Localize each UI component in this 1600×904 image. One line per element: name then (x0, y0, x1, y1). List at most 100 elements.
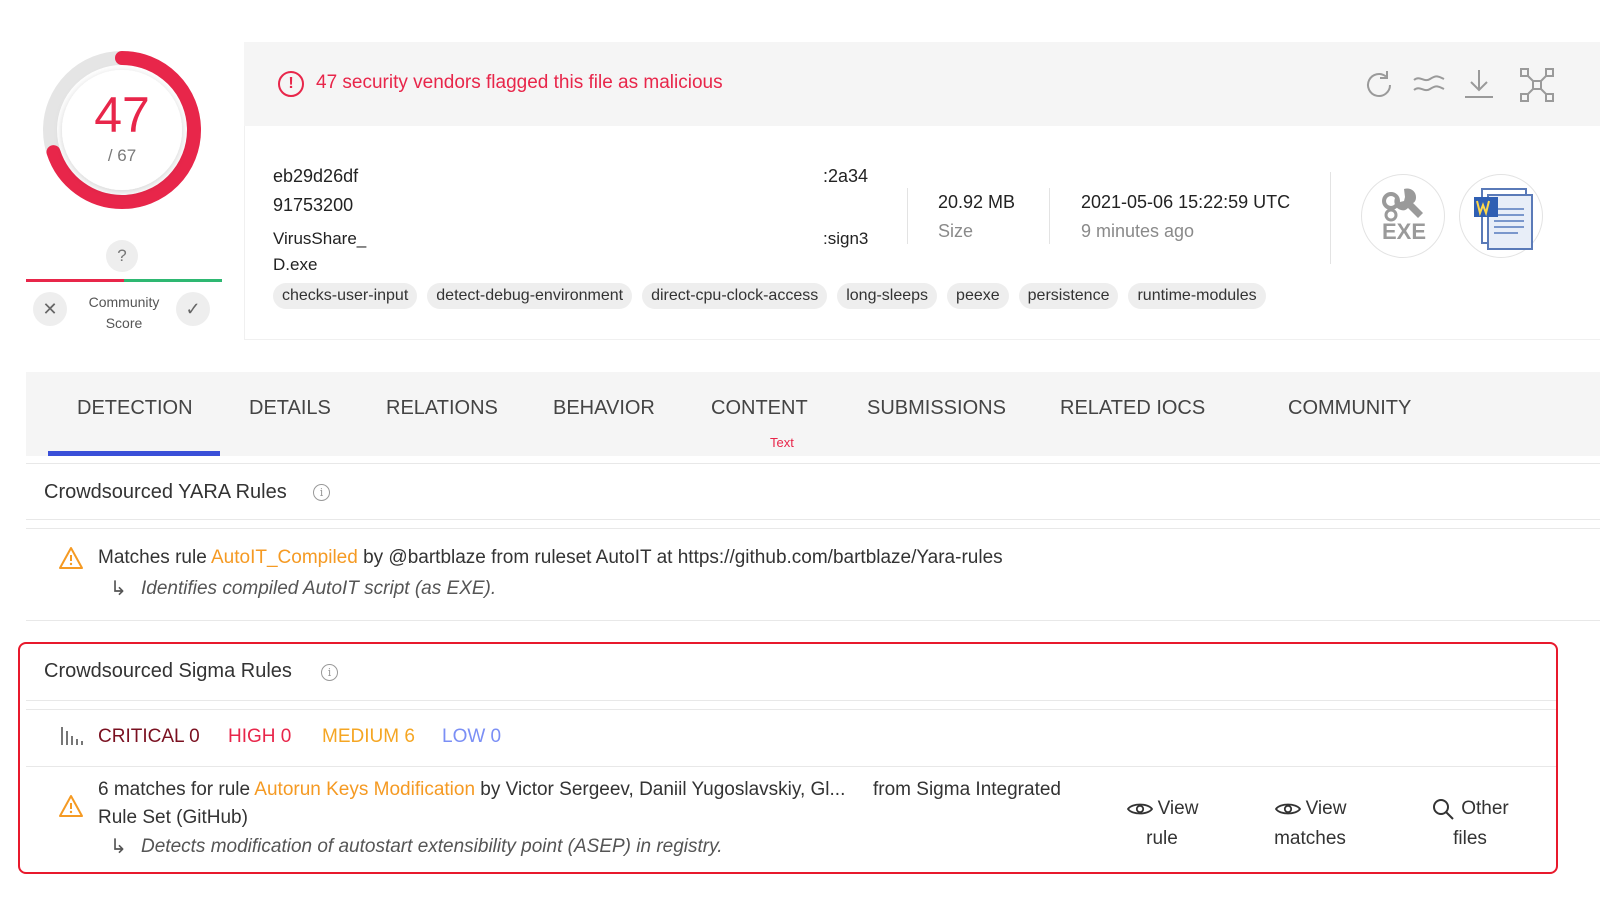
tag-persistence[interactable]: persistence (1018, 283, 1119, 309)
view-matches-text-2: matches (1274, 828, 1346, 849)
file-size-label: Size (938, 221, 974, 241)
sigma-source-line2: Rule Set (GitHub) (98, 807, 248, 828)
tab-submissions[interactable]: SUBMISSIONS (867, 397, 1006, 420)
tag-direct-cpu-clock-access[interactable]: direct-cpu-clock-access (642, 283, 828, 309)
tab-community[interactable]: COMMUNITY (1288, 397, 1411, 420)
info-icon[interactable]: i (321, 664, 338, 681)
vote-harmful-button[interactable]: ✕ (33, 292, 67, 326)
file-name-part2: D.exe (273, 255, 318, 274)
yara-rule-description: Identifies compiled AutoIT script (as EX… (141, 578, 497, 599)
sigma-rule-authors: by Victor Sergeev, Daniil Yugoslavskiy, … (475, 779, 846, 800)
report-tabs: DETECTION DETAILS RELATIONS BEHAVIOR CON… (26, 372, 1600, 456)
exe-badge-label: EXE (1381, 219, 1427, 244)
alert-text: 47 security vendors flagged this file as… (316, 72, 723, 93)
divider (26, 700, 1556, 701)
tag-list: checks-user-input detect-debug-environme… (273, 283, 1266, 309)
other-files-text-2: files (1453, 828, 1487, 849)
community-score-value: ? (106, 240, 138, 272)
vote-harmless-button[interactable]: ✓ (176, 292, 210, 326)
other-files-text-1: Other (1461, 798, 1509, 819)
other-files-label-1: Other (1418, 794, 1522, 824)
tab-behavior[interactable]: BEHAVIOR (553, 397, 655, 420)
tag-peexe[interactable]: peexe (947, 283, 1009, 309)
file-hash-part1[interactable]: eb29d26df (273, 166, 358, 187)
severity-critical[interactable]: CRITICAL 0 (98, 726, 200, 748)
view-matches-label-1: View (1258, 794, 1362, 824)
view-rule-label-1: View (1112, 794, 1212, 824)
yara-ruleset-info: by @bartblaze from ruleset AutoIT at htt… (357, 547, 1003, 568)
graph-icon[interactable] (1518, 66, 1556, 104)
eye-icon (1126, 803, 1153, 815)
divider (26, 766, 1556, 767)
tab-related-iocs[interactable]: RELATED IOCS (1060, 397, 1205, 420)
similar-icon[interactable] (1410, 66, 1448, 104)
community-score-label: Community Score (76, 292, 172, 334)
tag-detect-debug-environment[interactable]: detect-debug-environment (427, 283, 633, 309)
severity-high[interactable]: HIGH 0 (228, 726, 291, 748)
sigma-rule-link[interactable]: Autorun Keys Modification (254, 779, 475, 800)
yara-prefix: Matches rule (98, 547, 211, 568)
divider (26, 709, 1556, 710)
yara-rule-link[interactable]: AutoIT_Compiled (211, 547, 358, 568)
reanalyze-icon[interactable] (1360, 66, 1398, 104)
file-hash-part1-end: :2a34 (823, 166, 869, 186)
detections-total: / 67 (107, 146, 137, 165)
yara-rule-match: Matches rule AutoIT_Compiled by @bartbla… (98, 547, 1003, 569)
view-matches-text-1: View (1305, 798, 1347, 819)
sigma-rule-description: Detects modification of autostart extens… (141, 836, 723, 857)
community-score-bar (26, 279, 222, 282)
severity-chart-icon (61, 727, 83, 745)
word-document-icon (1459, 174, 1543, 258)
community-label-line2: Score (105, 315, 143, 331)
last-analysis-ago: 9 minutes ago (1081, 221, 1195, 241)
community-label-line1: Community (88, 294, 160, 310)
active-tab-indicator (48, 451, 220, 456)
severity-medium[interactable]: MEDIUM 6 (322, 726, 415, 748)
other-files-button[interactable]: Other files (1418, 794, 1522, 854)
last-analysis-date: 2021-05-06 15:22:59 UTC (1081, 192, 1291, 212)
view-rule-button[interactable]: View rule (1112, 794, 1212, 854)
file-size-value: 20.92 MB (938, 192, 1016, 212)
sigma-rule-match: 6 matches for rule Autorun Keys Modifica… (98, 779, 845, 801)
tab-detection[interactable]: DETECTION (77, 397, 193, 420)
file-name-part1: VirusShare_ (273, 229, 367, 248)
detections-count: 47 (94, 87, 150, 143)
download-icon[interactable] (1460, 66, 1498, 104)
divider (26, 519, 1600, 520)
info-icon[interactable]: i (313, 484, 330, 501)
search-icon (1433, 798, 1454, 820)
sub-arrow-icon: ↳ (110, 578, 127, 600)
file-info-panel: eb29d26df :2a34 91753200 VirusShare_ :si… (244, 126, 1600, 340)
divider (26, 463, 1600, 464)
sigma-source-line1: from Sigma Integrated (873, 779, 1061, 800)
file-name-part1-end: :sign3 (823, 229, 869, 248)
tag-long-sleeps[interactable]: long-sleeps (837, 283, 938, 309)
tab-details[interactable]: DETAILS (249, 397, 331, 420)
malicious-alert-bar: ! 47 security vendors flagged this file … (244, 42, 1600, 126)
divider (907, 188, 908, 244)
eye-icon (1274, 803, 1301, 815)
severity-low[interactable]: LOW 0 (442, 726, 501, 748)
yara-section-title: Crowdsourced YARA Rules (44, 481, 287, 503)
view-rule-text-2: rule (1146, 828, 1178, 849)
sigma-match-prefix: 6 matches for rule (98, 779, 255, 800)
divider (26, 528, 1600, 529)
sigma-section-title: Crowdsourced Sigma Rules (44, 660, 292, 682)
warning-icon (59, 547, 83, 569)
exe-type-icon: EXE (1361, 174, 1445, 258)
divider (1049, 188, 1050, 244)
divider (26, 620, 1600, 621)
view-matches-button[interactable]: View matches (1258, 794, 1362, 854)
detection-score-gauge: 47 / 67 (40, 48, 204, 212)
file-hash-part2: 91753200 (273, 195, 354, 215)
sub-arrow-icon: ↳ (110, 836, 127, 858)
tab-content[interactable]: CONTENT (711, 397, 808, 420)
tab-relations[interactable]: RELATIONS (386, 397, 498, 420)
tab-content-sub: Text (770, 435, 794, 450)
tag-checks-user-input[interactable]: checks-user-input (273, 283, 418, 309)
warning-icon (59, 795, 83, 817)
alert-icon: ! (278, 71, 304, 97)
view-rule-text-1: View (1157, 798, 1199, 819)
divider (1330, 172, 1331, 264)
tag-runtime-modules[interactable]: runtime-modules (1128, 283, 1266, 309)
